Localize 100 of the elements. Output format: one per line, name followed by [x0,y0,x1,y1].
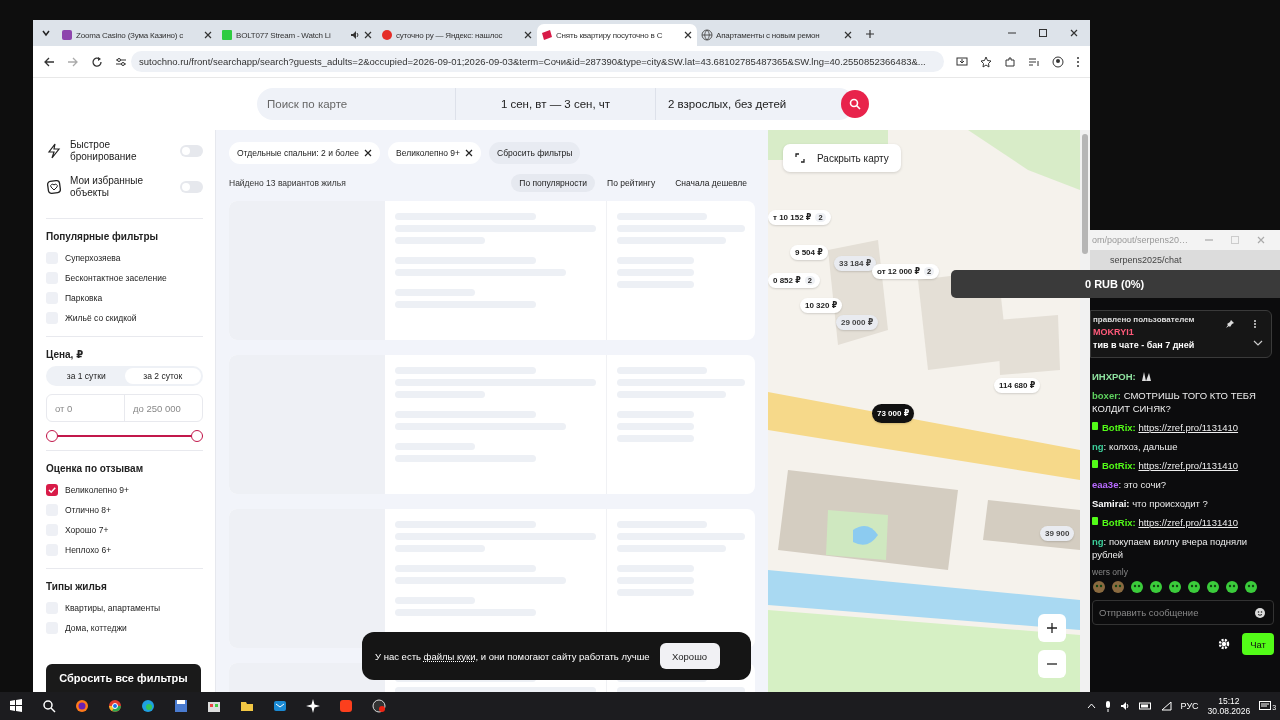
address-field[interactable]: serpens2025/chat [1110,255,1182,265]
checkbox[interactable] [46,484,58,496]
browser-tab[interactable]: BOLT077 Stream - Watch Li [217,24,377,46]
caret-icon[interactable] [1086,703,1096,709]
mail-icon[interactable] [273,699,287,713]
close-icon[interactable] [1069,28,1079,38]
price-pin[interactable]: 114 680 ₽ [994,378,1041,393]
message-field[interactable]: Отправить сообщение [1092,600,1275,625]
chat-link[interactable]: https://zref.pro/1131410 [1138,460,1239,471]
emote-icon[interactable] [1111,580,1125,594]
install-icon[interactable] [956,55,968,68]
accept-button[interactable]: Хорошо [659,643,720,669]
media-icon[interactable] [1028,55,1040,68]
search-field[interactable]: Поиск по карте [257,88,456,120]
emote-icon[interactable] [1187,580,1201,594]
period-tab[interactable]: за 2 суток [124,368,201,384]
scrollbar-thumb[interactable] [1082,134,1088,254]
wifi-icon[interactable] [1160,701,1172,711]
emote-icon[interactable] [1168,580,1182,594]
price-pin[interactable]: 73 000 ₽ [872,404,915,423]
guests-field[interactable]: 2 взрослых, без детей [668,98,787,110]
tile-icon[interactable] [339,699,353,713]
price-pin[interactable]: 29 000 ₽ [836,315,879,330]
language-indicator[interactable]: РУС [1180,701,1199,711]
reset-filters-button[interactable]: Сбросить все фильтры [46,664,201,692]
price-pin[interactable]: 39 900 [1040,526,1075,541]
checkbox-label: Дома, коттеджи [65,623,127,633]
square-icon [221,29,233,41]
sparkle-icon[interactable] [306,699,320,713]
filter-chip[interactable]: Отдельные спальни: 2 и более [229,142,381,164]
zoom-out-button[interactable] [1038,650,1066,678]
more-icon[interactable] [1253,319,1258,329]
toggle-switch[interactable] [180,145,203,157]
zoom-in-button[interactable] [1038,614,1066,642]
checkbox-label: Хорошо 7+ [65,525,109,535]
caret-icon[interactable] [41,28,51,38]
browser-tab[interactable]: Апартаменты с новым ремон [697,24,857,46]
period-tab[interactable]: за 1 сутки [48,368,125,384]
price-pin[interactable]: 9 504 ₽ [790,245,828,260]
menu-icon[interactable] [1076,55,1080,68]
browser-tab[interactable]: Zooma Casino (Зума Казино) с [57,24,217,46]
sort-option[interactable]: По популярности [511,174,596,192]
tab-title: Снять квартиру посуточно в С [556,30,664,40]
chevron-icon[interactable] [1253,339,1264,347]
search-icon[interactable] [42,699,56,713]
emote-icon[interactable] [1092,580,1106,594]
emote-icon[interactable] [1225,580,1239,594]
profile-icon[interactable] [1052,55,1064,68]
close-icon[interactable] [843,30,853,40]
bot-icon [1092,516,1098,526]
chat-button[interactable]: Чат [1242,633,1275,655]
price-pin[interactable]: 33 184 ₽ [834,256,877,271]
address-field[interactable]: sutochno.ru/front/searchapp/search?guests_adults=2&occupied=2026-09-01;2026-09-03&term=Сочи&id=287390&type=city&SW.lat=43.68102785487365&SW.lng=40.2550852366483&... [131,51,944,72]
back-icon[interactable] [43,55,55,68]
microphone-icon[interactable] [1104,700,1111,712]
section-title: Цена, ₽ [46,349,85,360]
close-icon[interactable] [363,30,373,40]
expand-map-button[interactable]: Раскрыть карту [783,144,901,172]
date-field[interactable]: 1 сен, вт — 3 сен, чт [456,88,656,120]
slider-thumb[interactable] [46,430,58,442]
sort-option[interactable]: Сначала дешевле [667,174,755,192]
browser-tab[interactable]: суточно ру — Яндекс: нашлос [377,24,537,46]
chrome-icon[interactable] [108,699,122,713]
chat-link[interactable]: https://zref.pro/1131410 [1138,422,1239,433]
close-icon[interactable] [523,30,533,40]
speaker-icon[interactable] [1119,701,1130,711]
reload-icon[interactable] [91,55,103,68]
clock-time[interactable]: 15:12 [1218,696,1240,706]
reset-chip[interactable]: Сбросить фильтры [489,142,581,164]
close-icon[interactable] [683,30,693,40]
emote-icon[interactable] [1130,580,1144,594]
browser-tab[interactable]: Снять квартиру посуточно в С [537,24,697,46]
pin-icon[interactable] [1225,319,1236,329]
windows-icon[interactable] [9,699,23,713]
bolt-icon [46,143,62,159]
chat-link[interactable]: https://zref.pro/1131410 [1138,517,1239,528]
clock-date[interactable]: 30.08.2026 [1207,706,1251,716]
close-icon[interactable] [203,30,213,40]
emote-icon[interactable] [1244,580,1258,594]
slider-thumb[interactable] [191,430,203,442]
settings-icon[interactable] [1218,638,1231,650]
record-icon[interactable] [372,699,386,713]
save-icon[interactable] [174,699,188,713]
search-button[interactable] [841,90,869,118]
sort-option[interactable]: По рейтингу [599,174,664,192]
close-icon[interactable] [465,149,474,157]
star-icon[interactable] [980,55,992,68]
filter-chip[interactable]: Великолепно 9+ [388,142,482,164]
square-icon [61,29,73,41]
price-pin[interactable]: 10 320 ₽ [800,298,843,313]
emote-icon[interactable] [1206,580,1220,594]
maximize-icon[interactable] [1038,28,1048,38]
close-icon[interactable] [364,149,373,157]
toggle-switch[interactable] [180,181,203,193]
puzzle-icon[interactable] [1004,55,1016,68]
battery-icon[interactable] [1138,702,1152,710]
emote-icon[interactable] [1149,580,1163,594]
plus-icon[interactable] [865,29,875,39]
site-info-icon[interactable] [115,55,127,68]
folder-icon[interactable] [240,699,254,713]
